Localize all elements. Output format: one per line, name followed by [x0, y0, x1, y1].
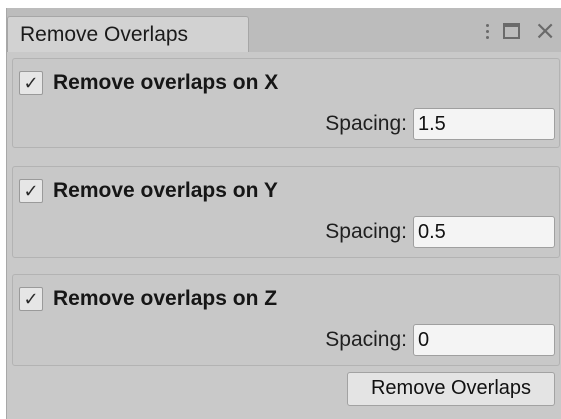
toggle-label-y: Remove overlaps on Y — [53, 179, 278, 202]
maximize-icon[interactable] — [503, 23, 521, 39]
checkmark-icon: ✓ — [23, 180, 39, 202]
spacing-label-y: Spacing: — [325, 220, 407, 243]
checkmark-icon: ✓ — [23, 72, 39, 94]
checkbox-x[interactable]: ✓ — [19, 71, 43, 95]
checkmark-icon: ✓ — [23, 288, 39, 310]
spacing-label-z: Spacing: — [325, 328, 407, 351]
close-icon[interactable]: × — [534, 18, 556, 44]
toggle-row-z[interactable]: ✓ Remove overlaps on Z — [19, 285, 277, 313]
group-remove-overlaps-z: ✓ Remove overlaps on Z Spacing: 0 — [12, 274, 560, 366]
remove-overlaps-window: Remove Overlaps × ✓ Remove overlaps on X… — [6, 8, 561, 419]
window-controls: × — [485, 18, 556, 44]
kebab-menu-icon[interactable] — [485, 23, 489, 39]
window-titlebar: Remove Overlaps × — [7, 8, 561, 52]
spacing-field-x[interactable]: 1.5 — [413, 108, 555, 140]
tab-title: Remove Overlaps — [20, 23, 189, 46]
spacing-field-z[interactable]: 0 — [413, 324, 555, 356]
toggle-row-y[interactable]: ✓ Remove overlaps on Y — [19, 177, 278, 205]
remove-overlaps-button[interactable]: Remove Overlaps — [347, 372, 555, 406]
spacing-row-y: Spacing: 0.5 — [325, 215, 555, 249]
tab-remove-overlaps[interactable]: Remove Overlaps — [7, 16, 249, 52]
group-remove-overlaps-y: ✓ Remove overlaps on Y Spacing: 0.5 — [12, 166, 560, 258]
toggle-label-x: Remove overlaps on X — [53, 71, 279, 94]
spacing-label-x: Spacing: — [325, 112, 407, 135]
checkbox-y[interactable]: ✓ — [19, 179, 43, 203]
toggle-row-x[interactable]: ✓ Remove overlaps on X — [19, 69, 278, 97]
spacing-row-x: Spacing: 1.5 — [325, 107, 555, 141]
toggle-label-z: Remove overlaps on Z — [53, 287, 278, 310]
checkbox-z[interactable]: ✓ — [19, 287, 43, 311]
spacing-row-z: Spacing: 0 — [325, 323, 555, 357]
group-remove-overlaps-x: ✓ Remove overlaps on X Spacing: 1.5 — [12, 58, 560, 148]
spacing-field-y[interactable]: 0.5 — [413, 216, 555, 248]
